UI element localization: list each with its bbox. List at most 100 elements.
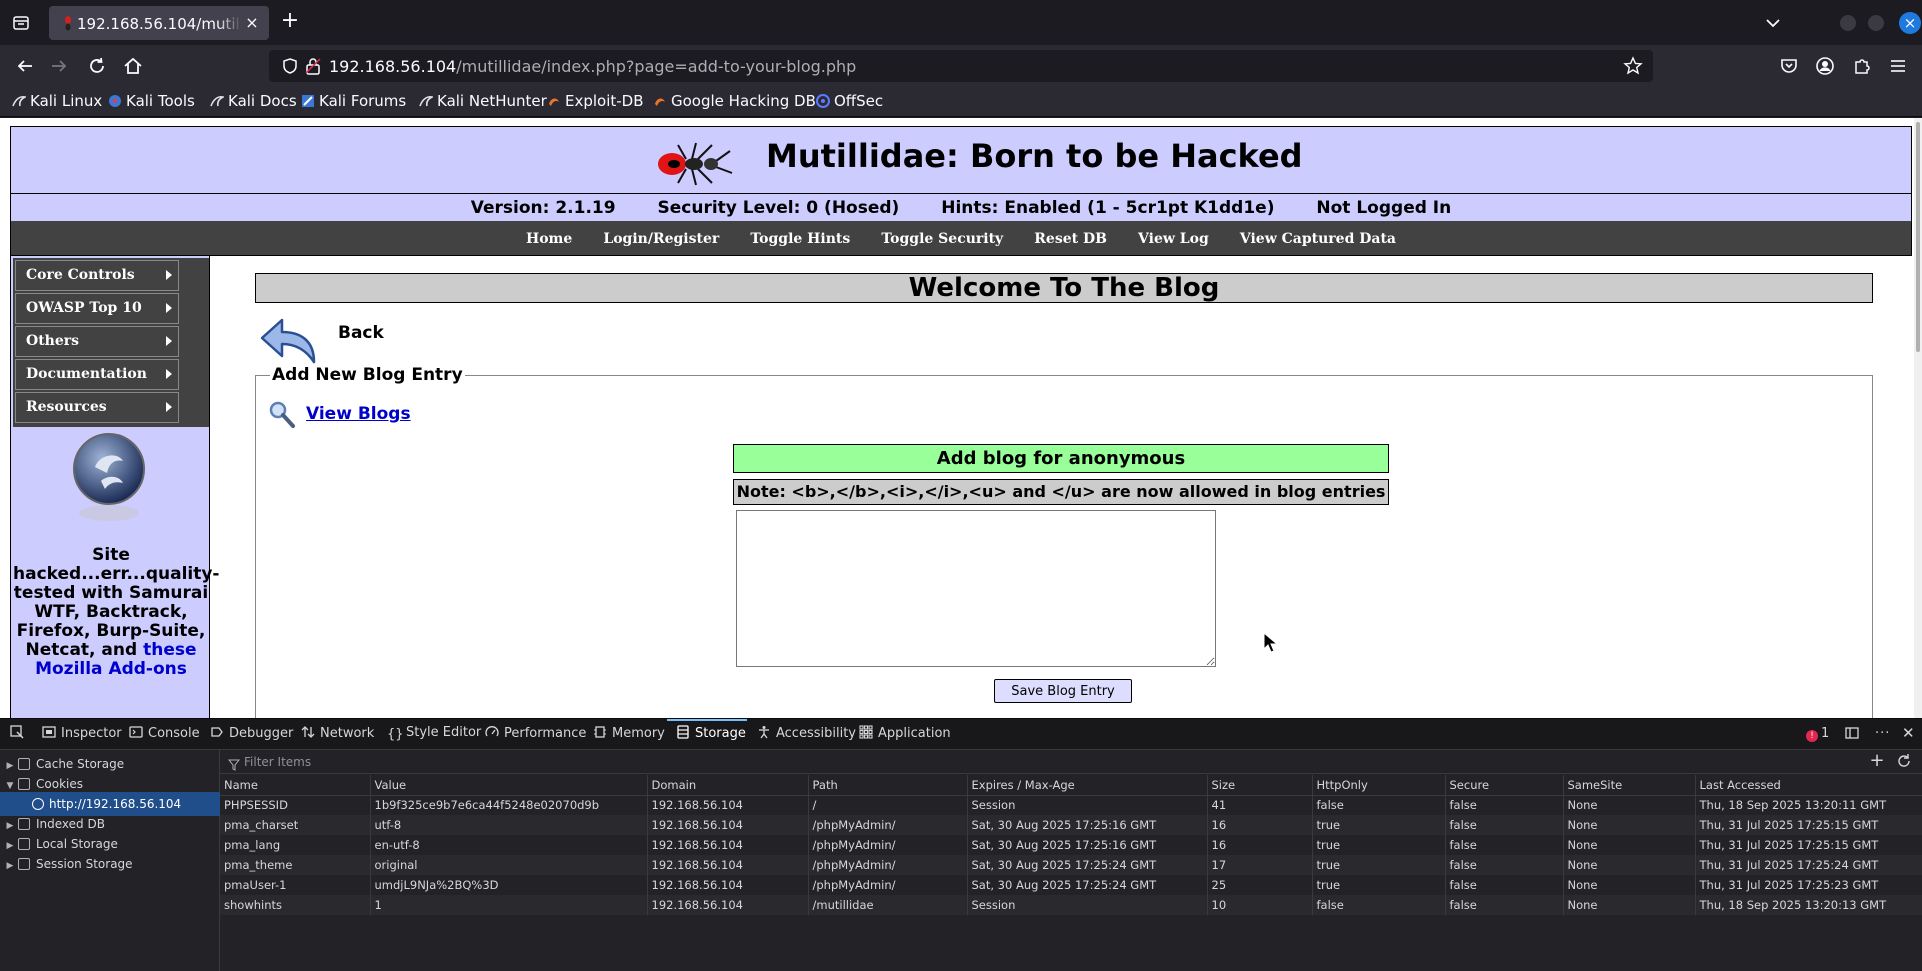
owasp-logo-icon[interactable] xyxy=(71,431,147,531)
tab-memory[interactable]: Memory xyxy=(593,725,665,745)
url-bar[interactable]: 192.168.56.104/mutillidae/index.php?page… xyxy=(269,50,1653,82)
tree-item-label: http://192.168.56.104 xyxy=(49,797,182,811)
tab-performance[interactable]: Performance xyxy=(485,725,586,745)
inspector-icon xyxy=(42,725,56,739)
forward-arrow-icon[interactable] xyxy=(48,55,70,77)
table-row[interactable]: PHPSESSID 1b9f325ce9b7e6ca44f5248e02070d9… xyxy=(220,795,1922,815)
blog-entry-textarea[interactable] xyxy=(736,510,1216,667)
table-row[interactable]: pma_theme original 192.168.56.104/phpMyAdm… xyxy=(220,855,1922,875)
bookmark-kali-docs[interactable]: Kali Docs xyxy=(210,92,297,112)
bookmark-google-hacking-db[interactable]: Google Hacking DB xyxy=(653,92,816,112)
active-tab-indicator xyxy=(667,719,747,721)
table-cell: Session xyxy=(967,795,1208,815)
table-row[interactable]: pmaUser-1 umdjL9NJa%2BQ%3D 192.168.56.104/… xyxy=(220,875,1922,895)
tab-application[interactable]: Application xyxy=(859,725,951,745)
tab-console[interactable]: Console xyxy=(129,725,200,745)
back-arrow-icon[interactable] xyxy=(14,55,36,77)
sidebar-item-resources[interactable]: Resources xyxy=(15,392,179,423)
column-header[interactable]: SameSite xyxy=(1563,775,1696,796)
dock-toggle-icon[interactable] xyxy=(1845,726,1859,744)
more-options-icon[interactable]: ··· xyxy=(1875,726,1890,741)
page-scrollbar-thumb[interactable] xyxy=(1916,122,1920,352)
bookmark-exploit-db[interactable]: Exploit-DB xyxy=(547,92,644,112)
back-label[interactable]: Back xyxy=(338,323,384,343)
hamburger-menu-icon[interactable] xyxy=(1887,55,1909,77)
tree-item-session-storage[interactable]: ▶ Session Storage xyxy=(0,852,220,876)
column-header[interactable]: Value xyxy=(370,775,648,796)
table-row[interactable]: pma_lang en-utf-8 192.168.56.104/phpMyAdmi… xyxy=(220,835,1922,855)
view-blogs-link[interactable]: View Blogs xyxy=(306,404,411,424)
element-picker-icon[interactable] xyxy=(10,725,24,745)
chevron-down-icon[interactable] xyxy=(1763,14,1783,32)
tab-inspector[interactable]: Inspector xyxy=(42,725,122,745)
sidebar-item-core-controls[interactable]: Core Controls xyxy=(15,260,179,291)
back-arrow-icon[interactable] xyxy=(258,312,320,370)
column-header[interactable]: Path xyxy=(808,775,968,796)
column-header[interactable]: Size xyxy=(1207,775,1313,796)
minimize-button[interactable] xyxy=(1840,15,1856,31)
menu-home[interactable]: Home xyxy=(526,231,572,247)
sidebar-item-documentation[interactable]: Documentation xyxy=(15,359,179,390)
extensions-icon[interactable] xyxy=(1851,55,1873,77)
bookmark-label: Kali Tools xyxy=(126,92,195,110)
account-icon[interactable] xyxy=(1814,55,1836,77)
tab-style-editor[interactable]: {} Style Editor xyxy=(387,725,481,745)
sidebar-item-others[interactable]: Others xyxy=(15,326,179,357)
table-cell: true xyxy=(1312,855,1446,875)
column-header[interactable]: Expires / Max-Age xyxy=(967,775,1208,796)
tab-close-icon[interactable]: × xyxy=(243,14,261,32)
table-row[interactable]: showhints 1 192.168.56.104/mutillidae Sessi… xyxy=(220,895,1922,915)
menu-reset-db[interactable]: Reset DB xyxy=(1034,231,1107,247)
table-cell: 25 xyxy=(1207,875,1313,895)
tab-accessibility[interactable]: Accessibility xyxy=(757,725,856,745)
tab-storage[interactable]: Storage xyxy=(676,725,746,745)
tab-network[interactable]: Network xyxy=(301,725,374,745)
pocket-icon[interactable] xyxy=(1778,55,1800,77)
error-count-badge[interactable]: ! 1 xyxy=(1806,726,1829,742)
tree-item-label: Indexed DB xyxy=(36,817,105,831)
new-tab-icon[interactable]: + xyxy=(280,10,300,32)
filter-items-input[interactable] xyxy=(244,753,1644,771)
table-cell: false xyxy=(1445,875,1564,895)
save-blog-entry-button[interactable]: Save Blog Entry xyxy=(994,679,1132,703)
lock-icon[interactable] xyxy=(305,57,321,75)
sidebar-item-owasp-top-10[interactable]: OWASP Top 10 xyxy=(15,293,179,324)
bookmark-kali-linux[interactable]: Kali Linux xyxy=(12,92,102,112)
menu-toggle-security[interactable]: Toggle Security xyxy=(881,231,1003,247)
menu-view-log[interactable]: View Log xyxy=(1138,231,1209,247)
tab-debugger[interactable]: Debugger xyxy=(210,725,293,745)
reload-icon[interactable] xyxy=(86,55,108,77)
filter-bar: + xyxy=(220,750,1922,774)
add-item-icon[interactable]: + xyxy=(1868,752,1886,770)
column-header[interactable]: HttpOnly xyxy=(1312,775,1446,796)
bookmark-kali-forums[interactable]: Kali Forums xyxy=(301,92,406,112)
menu-view-captured-data[interactable]: View Captured Data xyxy=(1240,231,1396,247)
shield-icon[interactable] xyxy=(281,57,299,75)
url-host: 192.168.56.104 xyxy=(329,57,457,76)
column-header[interactable]: Domain xyxy=(647,775,809,796)
refresh-icon[interactable] xyxy=(1896,753,1912,769)
menu-toggle-hints[interactable]: Toggle Hints xyxy=(750,231,850,247)
sidebar-item-label: Others xyxy=(26,333,80,349)
magnifier-icon[interactable] xyxy=(268,400,296,430)
browser-tab[interactable]: 192.168.56.104/mutillidae/ × xyxy=(49,6,269,40)
home-icon[interactable] xyxy=(122,55,144,77)
column-header[interactable]: Secure xyxy=(1445,775,1564,796)
bookmark-star-icon[interactable] xyxy=(1623,56,1643,76)
bookmark-label: Exploit-DB xyxy=(565,92,644,110)
devtools-close-icon[interactable]: ✕ xyxy=(1902,724,1915,742)
column-header[interactable]: Name xyxy=(220,775,371,796)
table-row[interactable]: pma_charset utf-8 192.168.56.104/phpMyAdmi… xyxy=(220,815,1922,835)
tab-list-icon[interactable] xyxy=(10,12,32,34)
tree-item-label: Local Storage xyxy=(36,837,118,851)
bookmark-kali-tools[interactable]: Kali Tools xyxy=(108,92,195,112)
table-cell: showhints xyxy=(220,895,371,915)
table-cell: Thu, 18 Sep 2025 13:20:13 GMT xyxy=(1695,895,1922,915)
menu-login-register[interactable]: Login/Register xyxy=(603,231,719,247)
bookmark-kali-nethunter[interactable]: Kali NetHunter xyxy=(419,92,547,112)
maximize-button[interactable] xyxy=(1868,15,1884,31)
bookmark-offsec[interactable]: OffSec xyxy=(816,92,883,112)
window-close-button[interactable]: × xyxy=(1899,12,1921,34)
table-cell: 192.168.56.104 xyxy=(647,855,809,875)
column-header[interactable]: Last Accessed xyxy=(1695,775,1922,796)
